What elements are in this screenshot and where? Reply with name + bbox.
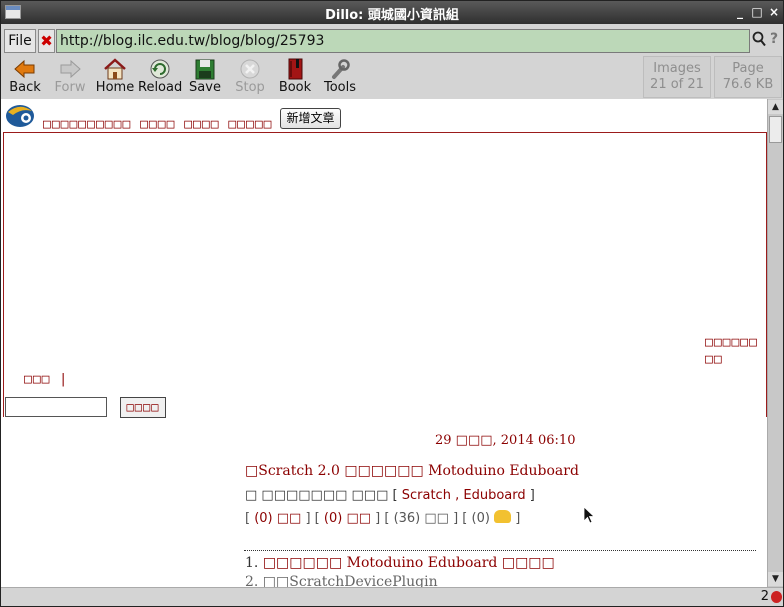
minimize-button[interactable]: _ xyxy=(732,4,748,20)
reload-button[interactable]: Reload xyxy=(138,58,182,98)
status-bar: 2 xyxy=(1,587,783,606)
book-icon xyxy=(288,58,303,80)
tag-eduboard-link[interactable]: Eduboard xyxy=(463,488,525,503)
new-post-button[interactable]: 新增文章 xyxy=(280,108,341,129)
sidebar-links[interactable]: □□□□□□ □□ xyxy=(705,334,765,368)
post-date: 29 □□□, 2014 06:10 xyxy=(435,433,576,448)
tools-button[interactable]: Tools xyxy=(318,58,362,98)
window-title: Dillo: 頭城國小資訊組 xyxy=(325,8,459,23)
reload-icon xyxy=(150,59,170,79)
scroll-up-icon[interactable]: ▲ xyxy=(768,100,783,114)
search-icon[interactable] xyxy=(751,31,766,51)
forward-arrow-icon xyxy=(60,59,81,79)
content-divider xyxy=(244,550,756,551)
stop-icon xyxy=(240,59,260,79)
page-size-meter: Page 76.6 KB xyxy=(714,56,782,98)
post-title-link[interactable]: □Scratch 2.0 □□□□□□ Motoduino Eduboard xyxy=(245,463,579,479)
stop-button[interactable]: Stop xyxy=(228,58,272,98)
stat-trackbacks-link[interactable]: (0) □□ xyxy=(324,511,371,526)
maximize-button[interactable]: □ xyxy=(749,4,765,20)
save-button[interactable]: Save xyxy=(183,58,227,98)
tag-scratch-link[interactable]: Scratch xyxy=(402,488,451,503)
toc-item-2[interactable]: 2. □□ScratchDevicePlugin xyxy=(245,574,438,587)
back-arrow-icon xyxy=(14,59,35,79)
title-bar: Dillo: 頭城國小資訊組 _ □ × xyxy=(1,1,783,24)
clear-url-button[interactable]: ✖ xyxy=(38,29,55,53)
post-stats: [ (0) □□ ] [ (0) □□ ] [ (36) □□ ] [ (0) … xyxy=(245,510,521,526)
stat-likes: (0) xyxy=(471,511,490,526)
stat-views: (36) □□ xyxy=(393,511,449,526)
wrench-icon xyxy=(332,59,350,79)
site-logo-icon xyxy=(6,105,34,127)
bug-count: 2 xyxy=(760,589,769,604)
blog-site-name-link[interactable]: □□□□□□□□□□ □□□□ □□□□ □□□□□ xyxy=(43,117,273,132)
page-content: □□□□□□□□□□ □□□□ □□□□ □□□□□ 新增文章 □□□□□□ □… xyxy=(1,99,767,587)
scroll-down-icon[interactable]: ▼ xyxy=(768,572,783,586)
bookmarks-button[interactable]: Book xyxy=(273,58,317,98)
mouse-pointer-icon xyxy=(583,506,595,524)
bug-meter-icon[interactable] xyxy=(771,591,782,603)
forward-button[interactable]: Forw xyxy=(48,58,92,98)
navigation-toolbar: Back Forw Home Reload Save Stop Book Too… xyxy=(1,56,783,99)
help-icon[interactable]: ? xyxy=(767,31,781,51)
vertical-scrollbar[interactable]: ▲ ▼ xyxy=(767,99,783,587)
scrollbar-thumb[interactable] xyxy=(769,116,782,143)
blog-search-input[interactable] xyxy=(5,397,107,417)
post-meta: □ □□□□□□□ □□□ [ Scratch , Eduboard ] xyxy=(245,488,535,503)
back-button[interactable]: Back xyxy=(3,58,47,98)
toc-item-1[interactable]: 1. □□□□□□ Motoduino Eduboard □□□□ xyxy=(245,555,555,571)
close-button[interactable]: × xyxy=(766,4,782,20)
stat-comments-link[interactable]: (0) □□ xyxy=(254,511,301,526)
thumbs-up-icon[interactable] xyxy=(494,510,512,523)
location-bar: File ✖ http://blog.ilc.edu.tw/blog/blog/… xyxy=(1,28,783,54)
file-menu-button[interactable]: File xyxy=(4,29,36,53)
url-input[interactable]: http://blog.ilc.edu.tw/blog/blog/25793 xyxy=(56,29,750,53)
images-meter: Images 21 of 21 xyxy=(643,56,711,98)
browser-window: Dillo: 頭城國小資訊組 _ □ × File ✖ http://blog.… xyxy=(0,0,784,607)
blog-search-button[interactable]: □□□□ xyxy=(120,397,166,418)
home-icon xyxy=(104,58,126,80)
category-link[interactable]: □□□ | xyxy=(24,372,68,387)
floppy-disk-icon xyxy=(195,59,215,80)
home-button[interactable]: Home xyxy=(93,58,137,98)
header-frame xyxy=(3,132,767,417)
